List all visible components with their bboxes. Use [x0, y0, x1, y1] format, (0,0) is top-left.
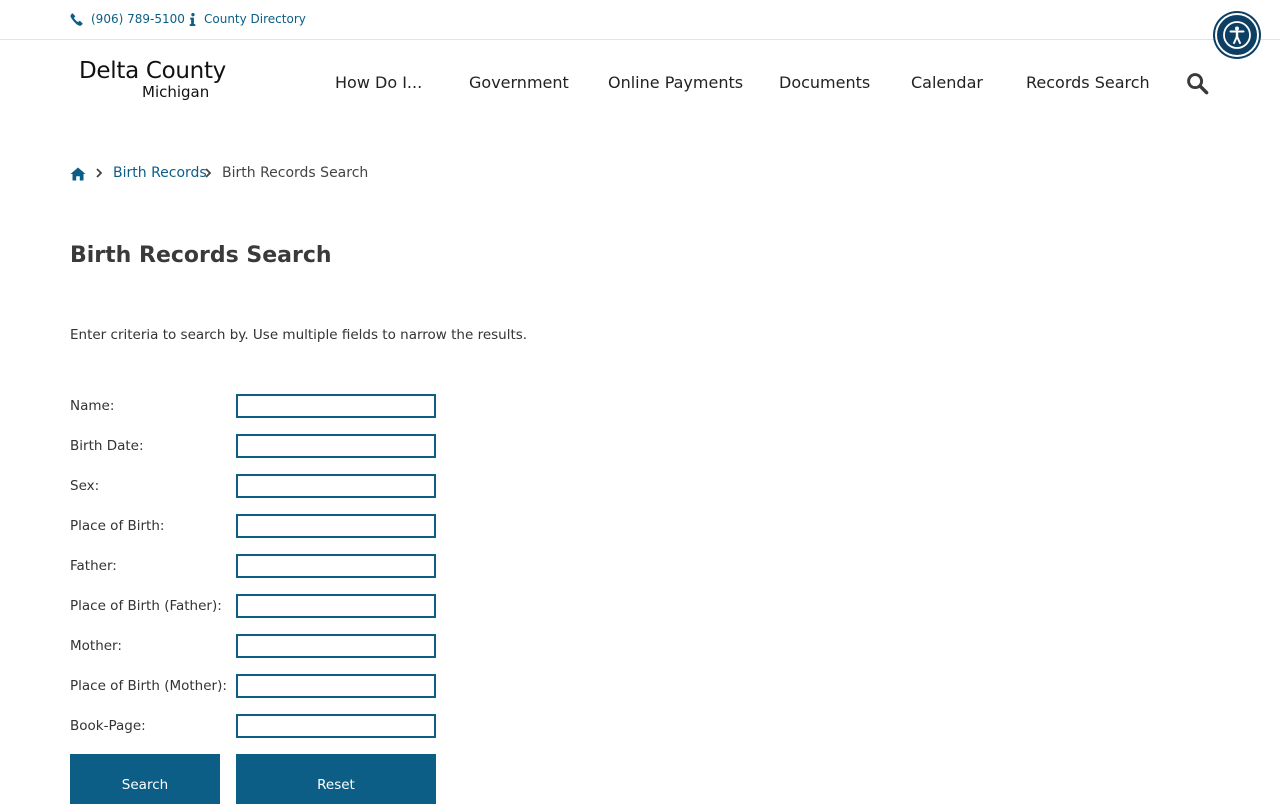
field-row-place-of-birth: Place of Birth:: [70, 514, 440, 538]
field-row-birth-date: Birth Date:: [70, 434, 440, 458]
breadcrumb-birth-records[interactable]: Birth Records: [113, 164, 207, 182]
field-row-father: Father:: [70, 554, 440, 578]
phone-icon: [70, 12, 83, 26]
place-of-birth-label: Place of Birth:: [70, 518, 165, 534]
field-row-place-of-birth-father: Place of Birth (Father):: [70, 594, 440, 618]
field-row-name: Name:: [70, 394, 440, 418]
chevron-right-icon: [96, 168, 102, 178]
logo-subtitle: Michigan: [142, 83, 210, 101]
sex-input[interactable]: [236, 474, 436, 498]
book-page-input[interactable]: [236, 714, 436, 738]
reset-button[interactable]: Reset: [236, 754, 436, 804]
book-page-label: Book-Page:: [70, 718, 146, 734]
logo-title: Delta County: [79, 58, 226, 84]
nav-online-payments[interactable]: Online Payments: [608, 72, 743, 94]
nav-calendar[interactable]: Calendar: [911, 72, 983, 94]
site-search-button[interactable]: [1186, 72, 1209, 99]
site-logo[interactable]: Delta County Michigan: [79, 58, 229, 104]
accessibility-button[interactable]: [1215, 13, 1259, 57]
place-of-birth-mother-input[interactable]: [236, 674, 436, 698]
nav-government[interactable]: Government: [469, 72, 569, 94]
field-row-sex: Sex:: [70, 474, 440, 498]
mother-input[interactable]: [236, 634, 436, 658]
father-label: Father:: [70, 558, 117, 574]
nav-records-search[interactable]: Records Search: [1026, 72, 1150, 94]
accessibility-icon: [1223, 21, 1251, 49]
field-row-mother: Mother:: [70, 634, 440, 658]
father-input[interactable]: [236, 554, 436, 578]
field-row-place-of-birth-mother: Place of Birth (Mother):: [70, 674, 440, 698]
name-input[interactable]: [236, 394, 436, 418]
search-icon: [1187, 73, 1209, 95]
nav-documents[interactable]: Documents: [779, 72, 870, 94]
intro-text: Enter criteria to search by. Use multipl…: [70, 327, 528, 343]
nav-how-do-i[interactable]: How Do I...: [335, 72, 422, 94]
place-of-birth-father-label: Place of Birth (Father):: [70, 598, 222, 614]
place-of-birth-mother-label: Place of Birth (Mother):: [70, 678, 227, 694]
phone-number: (906) 789-5100: [91, 12, 185, 26]
place-of-birth-input[interactable]: [236, 514, 436, 538]
county-directory-link[interactable]: County Directory: [189, 10, 306, 28]
breadcrumb-current: Birth Records Search: [222, 165, 369, 181]
phone-link[interactable]: (906) 789-5100: [70, 10, 185, 28]
sex-label: Sex:: [70, 478, 100, 494]
county-directory-label: County Directory: [204, 12, 306, 26]
info-icon: [189, 12, 196, 26]
birth-date-label: Birth Date:: [70, 438, 144, 454]
chevron-right-icon: [205, 168, 211, 178]
breadcrumb-home[interactable]: [70, 166, 86, 185]
page-title: Birth Records Search: [70, 243, 332, 268]
birth-date-input[interactable]: [236, 434, 436, 458]
name-label: Name:: [70, 398, 115, 414]
field-row-book-page: Book-Page:: [70, 714, 440, 738]
mother-label: Mother:: [70, 638, 122, 654]
utility-bar: (906) 789-5100 County Directory: [0, 0, 1280, 40]
place-of-birth-father-input[interactable]: [236, 594, 436, 618]
home-icon: [70, 167, 86, 181]
search-button[interactable]: Search: [70, 754, 220, 804]
